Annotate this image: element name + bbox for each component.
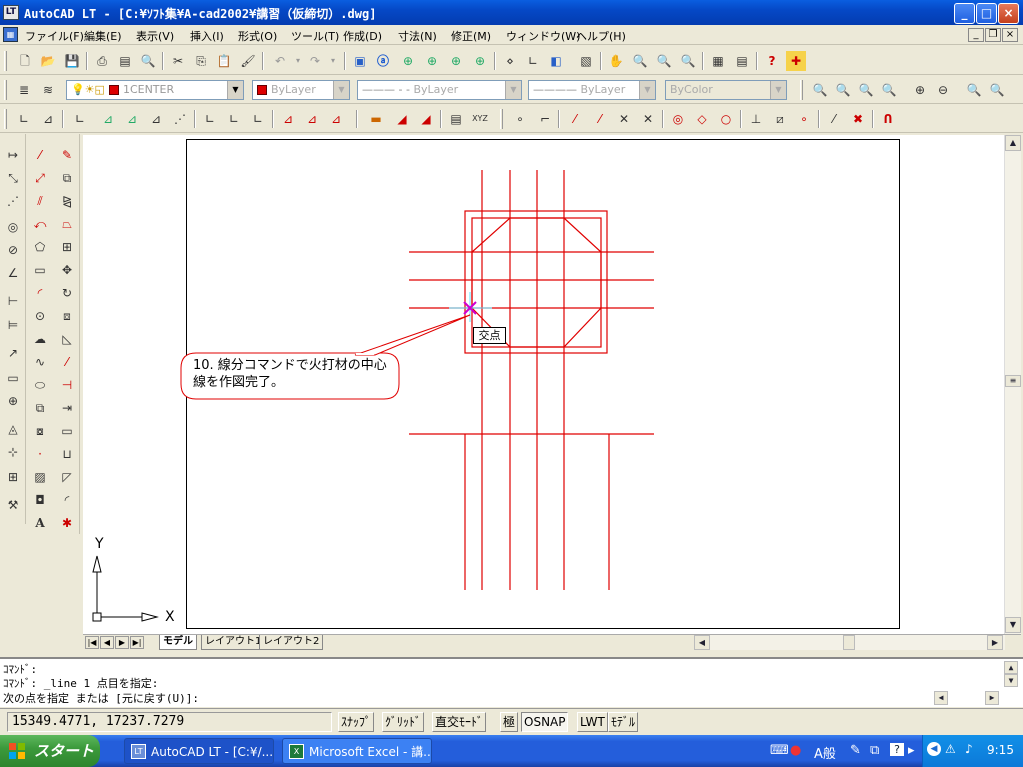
- snap-tooltip: 交点: [473, 327, 506, 344]
- lwt-toggle[interactable]: LWT: [577, 712, 608, 732]
- tab-prev-icon[interactable]: ◀: [100, 636, 114, 649]
- ime-tool-icon[interactable]: ⧉: [870, 743, 879, 758]
- keyboard-icon[interactable]: ⌨: [770, 743, 789, 758]
- start-button[interactable]: スタート: [0, 735, 100, 767]
- system-tray: ◀ ⚠ ♪ 9:15: [922, 735, 1023, 767]
- ucs-axes-icon: [92, 555, 159, 622]
- cmd-scroll-up-icon[interactable]: ▲: [1004, 661, 1018, 674]
- cmd-scroll-left-icon[interactable]: ◀: [934, 691, 948, 705]
- ime-mode[interactable]: A般: [814, 743, 836, 762]
- ortho-toggle[interactable]: 直交ﾓｰﾄﾞ: [432, 712, 487, 732]
- osnap-toggle[interactable]: OSNAP: [521, 712, 569, 732]
- volume-icon[interactable]: ♪: [965, 742, 973, 756]
- snap-toggle[interactable]: ｽﾅｯﾌﾟ: [338, 712, 375, 732]
- taskbar: スタート LT AutoCAD LT - [C:¥/... X Microsof…: [0, 735, 1023, 767]
- tab-next-icon[interactable]: ▶: [115, 636, 129, 649]
- ucs-y-label: Y: [95, 536, 104, 552]
- ime-icon[interactable]: ●: [790, 743, 801, 758]
- tab-layout1[interactable]: レイアウト1: [201, 635, 266, 650]
- grid-toggle[interactable]: ｸﾞﾘｯﾄﾞ: [382, 712, 425, 732]
- cmd-scroll-right-icon[interactable]: ▶: [985, 691, 999, 705]
- tab-layout2[interactable]: レイアウト2: [259, 635, 324, 650]
- tab-first-icon[interactable]: |◀: [85, 636, 99, 649]
- clock[interactable]: 9:15: [987, 743, 1014, 757]
- cmd-scroll-down-icon[interactable]: ▼: [1004, 674, 1018, 687]
- callout: 10. 線分コマンドで火打材の中心線を作図完了。: [181, 353, 399, 399]
- drawing-lines: [409, 170, 654, 590]
- command-prompt[interactable]: 次の点を指定 または [元に戻す(U)]:: [3, 690, 199, 706]
- tray-expand-icon[interactable]: ◀: [927, 742, 941, 756]
- scroll-down-icon[interactable]: ▼: [1005, 617, 1021, 633]
- windows-logo-icon: [9, 743, 25, 759]
- horizontal-scrollbar[interactable]: [710, 635, 1005, 650]
- task-excel[interactable]: X Microsoft Excel - 講...: [282, 738, 432, 764]
- model-toggle[interactable]: ﾓﾃﾞﾙ: [608, 712, 639, 732]
- intersection-marker: [449, 292, 492, 322]
- task-autocad[interactable]: LT AutoCAD LT - [C:¥/...: [124, 738, 274, 764]
- layout-tab-row: |◀ ◀ ▶ ▶| モデル レイアウト1 レイアウト2 ◀ ▶: [83, 634, 1021, 650]
- vertical-scrollbar[interactable]: ▲ ≡ ▼: [1004, 135, 1021, 634]
- callout-text: 10. 線分コマンドで火打材の中心線を作図完了。: [193, 358, 387, 390]
- app-window: LT AutoCAD LT - [C:¥ｿﾌﾄ集¥A-cad2002¥講習（仮締…: [0, 0, 1023, 767]
- tab-last-icon[interactable]: ▶|: [130, 636, 144, 649]
- command-history-2: ｺﾏﾝﾄﾞ: _line 1 点目を指定:: [3, 677, 159, 690]
- ime-pad-icon[interactable]: ✎: [850, 743, 861, 758]
- horizontal-scroll-thumb[interactable]: [843, 635, 855, 650]
- language-bar: ⌨ ● A般 ✎ ⧉ ? ▸: [770, 743, 920, 762]
- tab-model[interactable]: モデル: [159, 635, 197, 650]
- excel-task-icon: X: [289, 744, 304, 759]
- autocad-task-icon: LT: [131, 744, 146, 759]
- ime-options-icon[interactable]: ▸: [908, 743, 915, 758]
- coordinate-readout[interactable]: 15349.4771, 17237.7279: [7, 712, 332, 732]
- command-window[interactable]: ｺﾏﾝﾄﾞ: ｺﾏﾝﾄﾞ: _line 1 点目を指定: 次の点を指定 または …: [0, 657, 1023, 707]
- ime-help-icon[interactable]: ?: [890, 743, 904, 756]
- polar-toggle[interactable]: 極: [500, 712, 519, 732]
- scroll-up-icon[interactable]: ▲: [1005, 135, 1021, 151]
- drawing-geometry: [92, 170, 654, 622]
- vertical-scroll-thumb[interactable]: ≡: [1005, 375, 1021, 387]
- tray-app-icon[interactable]: ⚠: [945, 742, 956, 756]
- ucs-x-label: X: [165, 609, 175, 625]
- status-bar: 15349.4771, 17237.7279 ｽﾅｯﾌﾟ ｸﾞﾘｯﾄﾞ 直交ﾓｰ…: [0, 708, 1023, 734]
- scroll-left-icon[interactable]: ◀: [694, 635, 710, 650]
- start-label: スタート: [34, 742, 95, 760]
- scroll-right-icon[interactable]: ▶: [987, 635, 1003, 650]
